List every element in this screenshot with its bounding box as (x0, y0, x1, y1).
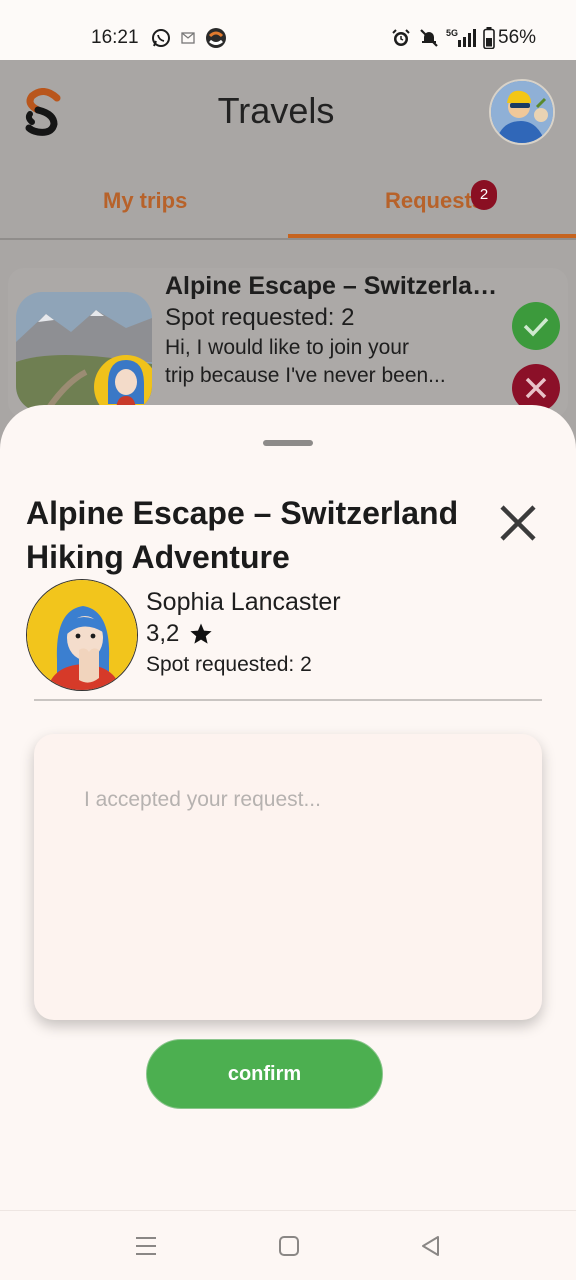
accept-request-button[interactable] (512, 302, 560, 350)
app-header: Travels (0, 60, 576, 170)
close-icon (500, 505, 536, 541)
tab-requests[interactable]: Requests (385, 188, 484, 214)
request-detail-sheet: Alpine Escape – Switzerland Hiking Adven… (0, 405, 576, 1280)
reply-message-input[interactable] (84, 788, 504, 988)
trip-photo (16, 292, 152, 412)
back-icon[interactable] (418, 1233, 444, 1259)
confirm-button[interactable]: confirm (146, 1039, 383, 1109)
home-icon[interactable] (276, 1233, 302, 1259)
svg-text:5G: 5G (446, 28, 458, 38)
requester-name: Sophia Lancaster (146, 588, 341, 616)
star-icon (190, 623, 212, 644)
profile-avatar[interactable] (489, 79, 555, 145)
alarm-icon (390, 27, 412, 49)
sheet-trip-title: Alpine Escape – Switzerland Hiking Adven… (26, 495, 459, 575)
request-spot-count: Spot requested: 2 (165, 304, 355, 331)
sheet-drag-handle[interactable] (263, 440, 313, 446)
request-message-line: Hi, I would like to join your (165, 336, 409, 359)
close-sheet-button[interactable] (494, 499, 542, 547)
request-message-line: trip because I've never been... (165, 364, 446, 387)
requester-avatar[interactable] (26, 579, 138, 691)
request-card[interactable]: Alpine Escape – Switzerland Hiking Adven… (8, 268, 568, 418)
divider (34, 699, 542, 701)
mute-icon (418, 27, 440, 49)
battery-icon (482, 27, 496, 49)
recent-apps-icon[interactable] (133, 1233, 159, 1259)
request-trip-title: Alpine Escape – Switzerland Hiking Adven… (165, 272, 505, 300)
battery-percentage: 56% (498, 27, 537, 48)
page-title: Travels (217, 90, 335, 131)
tab-my-trips[interactable]: My trips (103, 188, 187, 214)
app-logo-icon (204, 27, 228, 49)
active-tab-indicator (288, 234, 576, 238)
requester-spot-count: Spot requested: 2 (146, 653, 312, 676)
requests-count-badge: 2 (471, 180, 497, 210)
mail-icon (180, 27, 196, 49)
status-time: 16:21 (91, 27, 139, 48)
status-bar: 16:21 5G 56% (0, 0, 576, 60)
check-icon (523, 317, 549, 337)
requester-rating: 3,2 (146, 620, 213, 648)
request-message: Hi, I would like to join your trip becau… (165, 334, 495, 390)
signal-icon: 5G (446, 27, 480, 49)
whatsapp-icon (150, 27, 172, 49)
system-nav-bar (0, 1210, 576, 1280)
rating-value: 3,2 (146, 620, 180, 647)
message-box[interactable] (34, 734, 542, 1020)
